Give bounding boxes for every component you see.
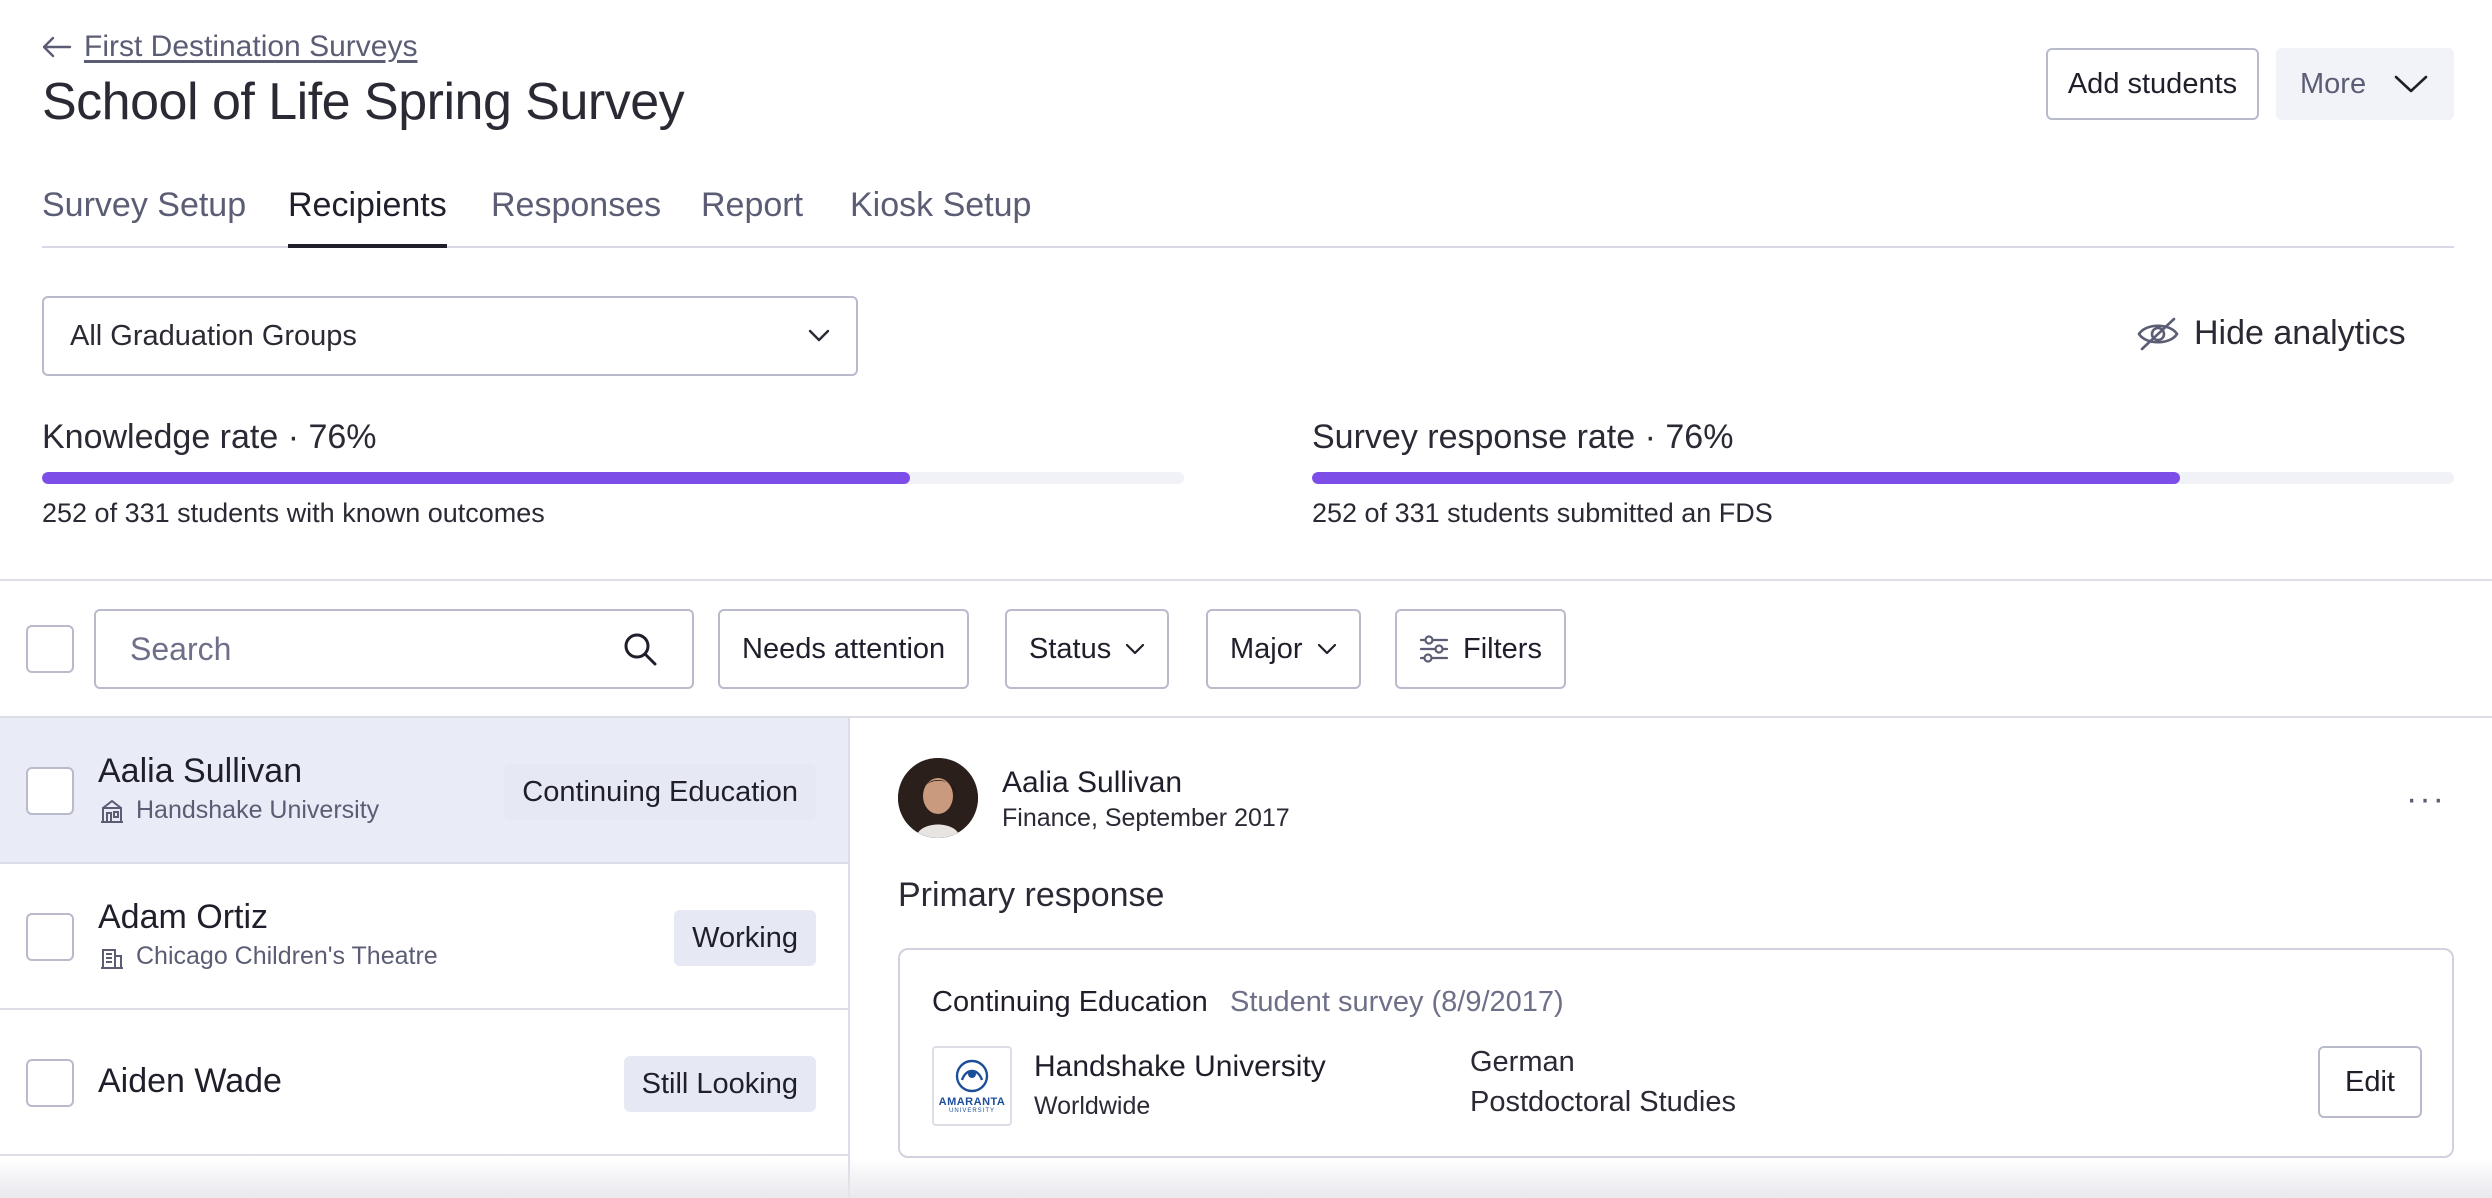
student-org-label: Chicago Children's Theatre <box>136 942 438 970</box>
response-program: Postdoctoral Studies <box>1470 1086 1736 1118</box>
filters-label: Filters <box>1463 632 1542 665</box>
search-box[interactable] <box>94 609 694 689</box>
page-title: School of Life Spring Survey <box>42 73 685 131</box>
chevron-down-icon <box>1317 643 1336 655</box>
divider <box>0 579 2492 581</box>
graduation-group-value: All Graduation Groups <box>70 319 357 352</box>
add-students-button[interactable]: Add students <box>2046 48 2259 120</box>
response-rate-subtitle: 252 of 331 students submitted an FDS <box>1312 498 1773 528</box>
tab-kiosk-setup[interactable]: Kiosk Setup <box>850 186 1031 246</box>
edit-button[interactable]: Edit <box>2318 1046 2422 1118</box>
knowledge-rate-subtitle: 252 of 331 students with known outcomes <box>42 498 545 528</box>
student-org: Handshake University <box>98 796 379 825</box>
response-type: Continuing Education <box>932 986 1208 1018</box>
chevron-down-icon <box>2394 75 2428 93</box>
status-badge: Working <box>674 910 816 966</box>
row-checkbox[interactable] <box>26 913 74 961</box>
student-name: Aiden Wade <box>98 1062 282 1100</box>
detail-student-subtitle: Finance, September 2017 <box>1002 804 1290 832</box>
back-link-label[interactable]: First Destination Surveys <box>84 30 417 64</box>
response-rate-bar-fill <box>1312 472 2180 484</box>
response-rate-title: Survey response rate · 76% <box>1312 418 1734 456</box>
more-button[interactable]: More <box>2276 48 2454 120</box>
major-filter-label: Major <box>1230 632 1303 665</box>
tab-report[interactable]: Report <box>701 186 803 246</box>
university-icon <box>101 799 123 823</box>
back-link[interactable]: First Destination Surveys <box>42 30 417 64</box>
organization-logo: AMARANTA UNIVERSITY <box>932 1046 1012 1126</box>
eye-slash-icon <box>2137 317 2179 350</box>
logo-subtext: UNIVERSITY <box>948 1108 995 1114</box>
student-row[interactable]: Aiden Wade Still Looking <box>0 1010 848 1156</box>
response-source: Student survey (8/9/2017) <box>1230 986 1564 1018</box>
tab-responses[interactable]: Responses <box>491 186 661 246</box>
student-row[interactable]: Aalia Sullivan Handshake University Cont… <box>0 718 848 864</box>
select-all-checkbox[interactable] <box>26 625 74 673</box>
hide-analytics-label: Hide analytics <box>2194 314 2406 352</box>
chevron-down-icon <box>1126 643 1145 655</box>
more-options-icon[interactable]: ··· <box>2406 780 2446 819</box>
primary-response-title: Primary response <box>898 876 1165 914</box>
tab-survey-setup[interactable]: Survey Setup <box>42 186 246 246</box>
university-seal-icon <box>955 1059 989 1093</box>
needs-attention-button[interactable]: Needs attention <box>718 609 970 689</box>
status-badge: Still Looking <box>623 1056 816 1112</box>
search-input[interactable] <box>130 630 570 668</box>
student-name: Adam Ortiz <box>98 898 269 936</box>
needs-attention-label: Needs attention <box>742 632 946 665</box>
arrow-left-icon <box>42 36 72 58</box>
response-organization: Handshake University <box>1034 1050 1326 1083</box>
tab-recipients[interactable]: Recipients <box>288 186 447 248</box>
student-org-label: Handshake University <box>136 796 380 824</box>
knowledge-rate-title: Knowledge rate · 76% <box>42 418 377 456</box>
response-card: Continuing Education Student survey (8/9… <box>898 948 2454 1158</box>
student-name: Aalia Sullivan <box>98 752 303 790</box>
knowledge-rate-bar <box>42 472 1184 484</box>
filters-button[interactable]: Filters <box>1395 609 1566 689</box>
student-row[interactable]: Adam Ortiz Chicago Children's Theatre Wo… <box>0 864 848 1010</box>
chevron-down-icon <box>808 329 830 342</box>
major-filter-dropdown[interactable]: Major <box>1206 609 1361 689</box>
status-filter-label: Status <box>1029 632 1112 665</box>
detail-student-name: Aalia Sullivan <box>1002 766 1183 799</box>
student-detail-panel: Aalia Sullivan Finance, September 2017 ·… <box>852 718 2492 1198</box>
student-org: Chicago Children's Theatre <box>98 942 438 971</box>
response-rate-bar <box>1312 472 2454 484</box>
avatar <box>898 758 978 838</box>
building-icon <box>101 948 123 969</box>
knowledge-rate-bar-fill <box>42 472 910 484</box>
more-button-label: More <box>2300 67 2367 100</box>
student-list: Aalia Sullivan Handshake University Cont… <box>0 718 850 1198</box>
bottom-fade <box>0 1158 2492 1198</box>
hide-analytics-button[interactable]: Hide analytics <box>2136 314 2406 353</box>
graduation-group-select[interactable]: All Graduation Groups <box>42 296 858 376</box>
tab-bar: Survey Setup Recipients Responses Report… <box>42 186 2454 248</box>
status-badge: Continuing Education <box>504 764 816 820</box>
logo-text: AMARANTA <box>938 1096 1006 1108</box>
sliders-icon <box>1419 635 1449 663</box>
status-filter-dropdown[interactable]: Status <box>1005 609 1170 689</box>
row-checkbox[interactable] <box>26 1059 74 1107</box>
row-checkbox[interactable] <box>26 767 74 815</box>
response-field: German <box>1470 1046 1575 1078</box>
search-icon <box>624 633 657 666</box>
response-location: Worldwide <box>1034 1092 1151 1120</box>
